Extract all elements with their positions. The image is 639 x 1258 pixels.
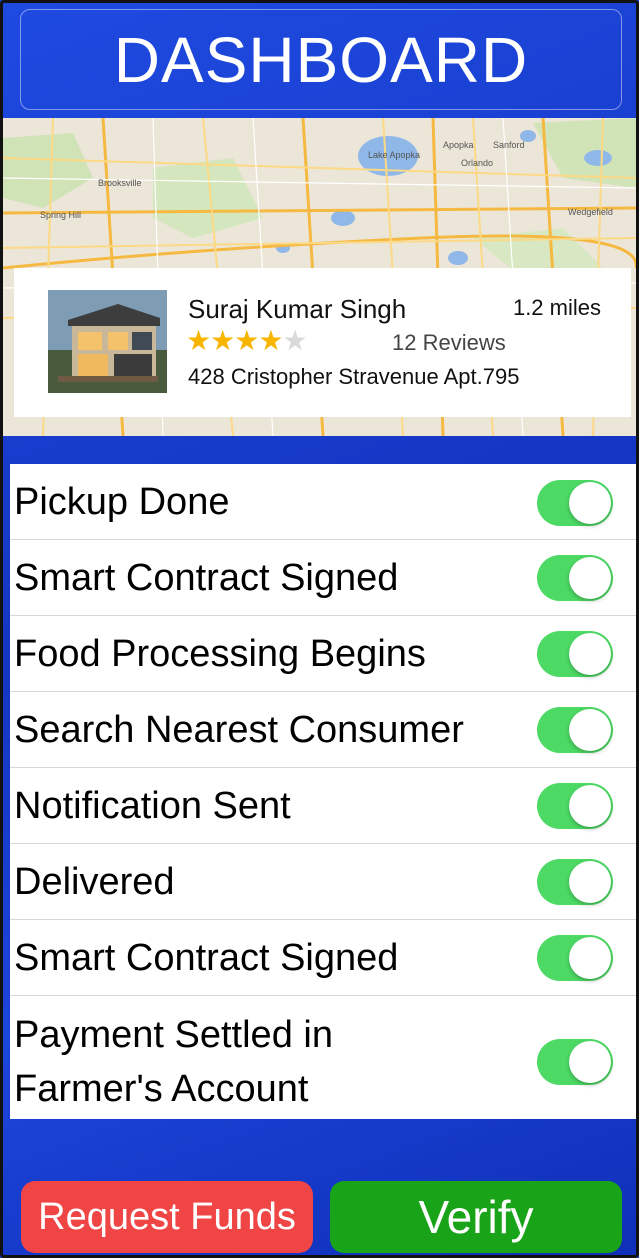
toggle-knob	[569, 482, 611, 524]
status-row: Smart Contract Signed	[10, 920, 636, 996]
svg-text:Sanford: Sanford	[493, 140, 525, 150]
toggle-knob	[569, 1041, 611, 1083]
svg-text:Wedgefield: Wedgefield	[568, 207, 613, 217]
status-label: Smart Contract Signed	[14, 557, 399, 599]
status-toggle[interactable]	[537, 783, 613, 829]
rating-stars: ★★★★★	[186, 324, 308, 357]
status-row: Search Nearest Consumer	[10, 692, 636, 768]
map-label: Lake Apopka	[368, 150, 420, 160]
distance-label: 1.2 miles	[512, 295, 601, 320]
status-label: Payment Settled in	[14, 1014, 333, 1056]
star-icon: ★	[210, 324, 235, 357]
status-label: Notification Sent	[14, 785, 291, 827]
profile-card[interactable]: Suraj Kumar Singh 1.2 miles ★★★★★ 12 Rev…	[14, 268, 631, 417]
status-list: Pickup Done Smart Contract Signed Food P…	[10, 464, 636, 1119]
profile-name: Suraj Kumar Singh	[188, 294, 407, 324]
star-icon: ★	[234, 324, 259, 357]
toggle-knob	[569, 937, 611, 979]
star-icon: ★	[258, 324, 283, 357]
status-toggle[interactable]	[537, 555, 613, 601]
svg-text:Spring Hill: Spring Hill	[40, 210, 81, 220]
status-label: Search Nearest Consumer	[14, 709, 464, 751]
status-toggle[interactable]	[537, 480, 613, 526]
toggle-knob	[569, 633, 611, 675]
star-icon: ★	[186, 324, 211, 357]
status-label-line2: Farmer's Account	[14, 1068, 309, 1110]
status-row: Payment Settled in Farmer's Account	[10, 996, 636, 1119]
reviews-count[interactable]: 12 Reviews	[392, 330, 506, 356]
house-photo	[48, 290, 167, 393]
profile-address: 428 Cristopher Stravenue Apt.795	[188, 364, 520, 389]
header-bar: DASHBOARD	[20, 9, 622, 110]
status-row: Pickup Done	[10, 464, 636, 540]
status-row: Notification Sent	[10, 768, 636, 844]
status-row: Delivered	[10, 844, 636, 920]
toggle-knob	[569, 861, 611, 903]
toggle-knob	[569, 709, 611, 751]
status-toggle[interactable]	[537, 631, 613, 677]
status-row: Food Processing Begins	[10, 616, 636, 692]
status-toggle[interactable]	[537, 859, 613, 905]
svg-text:Apopka: Apopka	[443, 140, 474, 150]
status-toggle[interactable]	[537, 1039, 613, 1085]
svg-text:Orlando: Orlando	[461, 158, 493, 168]
status-toggle[interactable]	[537, 935, 613, 981]
status-label: Delivered	[14, 861, 175, 903]
page-title: DASHBOARD	[113, 23, 529, 96]
status-toggle[interactable]	[537, 707, 613, 753]
status-label: Pickup Done	[14, 481, 230, 523]
toggle-knob	[569, 557, 611, 599]
status-label: Smart Contract Signed	[14, 937, 399, 979]
status-label: Food Processing Begins	[14, 633, 426, 675]
app-screen: DASHBOARD Lake Apopka Orlando Spring Hil…	[0, 0, 639, 1258]
request-funds-button[interactable]: Request Funds	[21, 1181, 313, 1253]
verify-button[interactable]: Verify	[330, 1181, 622, 1253]
star-empty-icon: ★	[282, 324, 307, 357]
status-row: Smart Contract Signed	[10, 540, 636, 616]
svg-text:Brooksville: Brooksville	[98, 178, 142, 188]
toggle-knob	[569, 785, 611, 827]
